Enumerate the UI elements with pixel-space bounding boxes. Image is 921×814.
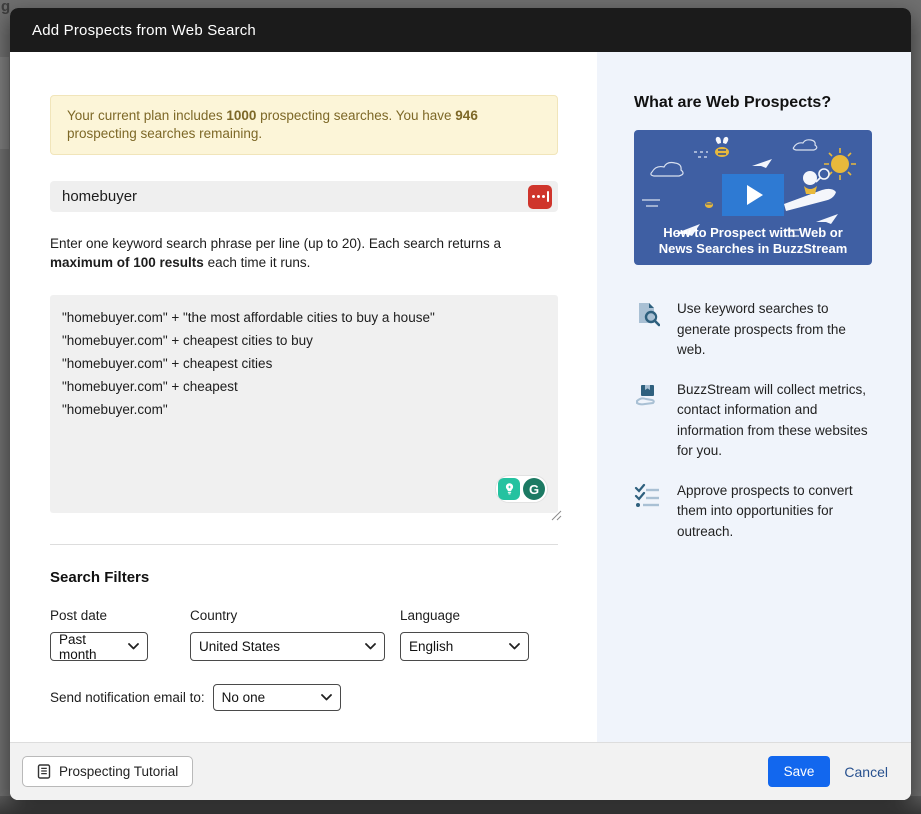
chevron-down-icon (365, 643, 376, 650)
keywords-textarea[interactable]: "homebuyer.com" + "the most affordable c… (50, 295, 562, 521)
keyword-line: "homebuyer.com" (62, 402, 168, 417)
background-page-text: g (1, 0, 11, 15)
language-label: Language (400, 608, 461, 623)
list-item: Approve prospects to convert them into o… (634, 481, 872, 543)
language-value: English (409, 639, 454, 654)
save-button[interactable]: Save (767, 756, 831, 787)
search-name-field[interactable] (50, 181, 558, 212)
post-date-select[interactable]: Past month (50, 631, 148, 662)
play-icon (746, 184, 763, 205)
modal-footer: Prospecting Tutorial Save Cancel (10, 742, 911, 800)
alert-remaining-count: 946 (455, 108, 478, 123)
alert-text-1: Your current plan includes (67, 108, 227, 123)
keyword-line: "homebuyer.com" + cheapest cities (62, 356, 273, 371)
keyword-line: "homebuyer.com" + cheapest cities to buy (62, 333, 313, 348)
prospecting-tutorial-button[interactable]: Prospecting Tutorial (22, 756, 194, 787)
autofill-extension-icon[interactable] (528, 184, 552, 209)
notification-label: Send notification email to: (50, 690, 205, 705)
filters-row: Post date Past month Country United Stat… (50, 608, 558, 662)
grammarly-suggestion-icon[interactable] (498, 478, 520, 500)
approve-checklist-icon (634, 481, 664, 543)
country-value: United States (199, 639, 281, 654)
modal-title: Add Prospects from Web Search (32, 21, 256, 39)
notification-value: No one (221, 690, 266, 705)
sidebar-heading: What are Web Prospects? (634, 94, 832, 111)
plan-usage-alert: Your current plan includes 1000 prospect… (50, 95, 558, 155)
search-filters-heading: Search Filters (50, 569, 150, 586)
chevron-down-icon (509, 643, 520, 650)
instructions-bold: maximum of 100 results (50, 255, 204, 270)
sidebar-bullets: Use keyword searches to generate prospec… (634, 299, 872, 542)
country-select[interactable]: United States (190, 632, 385, 661)
alert-text-2: prospecting searches. You have (256, 108, 456, 123)
resize-handle-icon[interactable] (548, 507, 562, 521)
chevron-down-icon (128, 643, 139, 650)
video-caption: How to Prospect with Web or News Searche… (658, 225, 848, 256)
lightbulb-icon (505, 483, 513, 495)
background-page-band (0, 57, 9, 149)
chevron-down-icon (320, 694, 332, 701)
tutorial-video-thumbnail[interactable]: How to Prospect with Web or News Searche… (634, 130, 872, 265)
post-date-value: Past month (59, 631, 97, 662)
tutorial-button-label: Prospecting Tutorial (59, 764, 179, 779)
language-select[interactable]: English (400, 632, 529, 661)
alert-text-3: prospecting searches remaining. (67, 126, 263, 141)
cancel-link[interactable]: Cancel (844, 764, 888, 780)
help-sidebar: What are Web Prospects? How to Prospect … (597, 52, 911, 742)
language-group: Language English (400, 608, 529, 661)
collect-metrics-icon (634, 380, 664, 462)
grammarly-widget: G (495, 475, 548, 503)
add-prospects-modal: Add Prospects from Web Search Your curre… (10, 8, 911, 800)
document-search-icon (634, 299, 664, 361)
instructions-text-1: Enter one keyword search phrase per line… (50, 236, 501, 251)
instructions-text-2: each time it runs. (203, 255, 311, 270)
alert-plan-total: 1000 (226, 108, 257, 123)
country-label: Country (190, 608, 238, 623)
bullet-text: Use keyword searches to generate prospec… (677, 301, 846, 357)
search-name-input[interactable] (62, 188, 528, 205)
country-group: Country United States (190, 608, 385, 661)
bullet-text: BuzzStream will collect metrics, contact… (677, 381, 868, 459)
modal-header: Add Prospects from Web Search (10, 8, 911, 52)
footer-actions: Save Cancel (767, 756, 888, 787)
post-date-group: Post date Past month (50, 608, 148, 662)
play-button[interactable] (722, 173, 784, 216)
grammarly-logo-icon[interactable]: G (523, 478, 545, 500)
keyword-line: "homebuyer.com" + "the most affordable c… (62, 310, 435, 325)
post-date-label: Post date (50, 608, 108, 623)
list-item: BuzzStream will collect metrics, contact… (634, 380, 872, 462)
keyword-line: "homebuyer.com" + cheapest (62, 379, 238, 394)
bullet-text: Approve prospects to convert them into o… (677, 482, 853, 539)
section-divider (50, 544, 558, 545)
main-column: Your current plan includes 1000 prospect… (10, 52, 597, 742)
keyword-instructions: Enter one keyword search phrase per line… (50, 234, 558, 272)
notification-select[interactable]: No one (212, 684, 341, 711)
book-icon (37, 764, 51, 779)
notification-row: Send notification email to: No one (50, 684, 558, 711)
list-item: Use keyword searches to generate prospec… (634, 299, 872, 361)
modal-body: Your current plan includes 1000 prospect… (10, 52, 911, 742)
